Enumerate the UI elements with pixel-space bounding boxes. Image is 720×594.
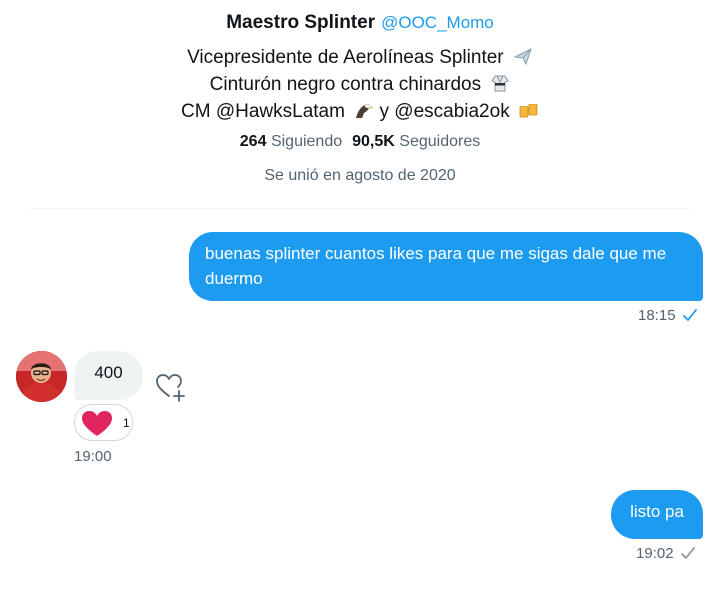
avatar-image	[16, 351, 67, 402]
bio-text[interactable]: CM @HawksLatam	[181, 101, 345, 122]
followers-label: Seguidores	[399, 133, 481, 150]
airplane-emoji	[513, 48, 532, 66]
add-reaction-button[interactable]	[155, 371, 187, 403]
followers-link[interactable]: 90,5K Seguidores	[352, 133, 480, 150]
bio-text: Cinturón negro contra chinardos	[209, 74, 482, 95]
outgoing-message-bubble[interactable]: buenas splinter cuantos likes para que m…	[189, 232, 703, 301]
following-label: Siguiendo	[270, 133, 343, 150]
followers-count: 90,5K	[352, 133, 395, 150]
following-count: 264	[239, 133, 267, 150]
following-link[interactable]: 264 Siguiendo	[240, 133, 342, 150]
joined-date: Se unió en agosto de 2020	[264, 167, 456, 184]
bio-line: Cinturón negro contra chinardos	[0, 71, 720, 98]
reaction-count: 1	[123, 416, 130, 430]
message-meta: 19:02	[636, 545, 696, 562]
read-check-icon	[682, 309, 697, 321]
bio-text: Vicepresidente de Aerolíneas Splinter	[187, 47, 504, 68]
beer-mugs-emoji	[519, 101, 538, 118]
message-time: 19:00	[74, 448, 112, 465]
eagle-emoji	[356, 104, 374, 118]
profile-name-row: Maestro Splinter @OOC_Momo	[0, 12, 720, 34]
message-time: 18:15	[638, 307, 676, 324]
avatar[interactable]	[16, 351, 67, 402]
bio-line: CM @HawksLatam y @escabia2ok	[0, 98, 720, 125]
outgoing-message-bubble[interactable]: listo pa	[611, 490, 703, 539]
display-name[interactable]: Maestro Splinter	[226, 12, 375, 33]
incoming-message-bubble[interactable]: 400	[74, 351, 143, 400]
martial-arts-uniform-emoji	[491, 75, 510, 92]
heart-plus-icon	[156, 374, 185, 402]
bio: Vicepresidente de Aerolíneas Splinter Ci…	[0, 44, 720, 125]
bio-text[interactable]: y @escabia2ok	[380, 101, 510, 122]
handle[interactable]: @OOC_Momo	[381, 13, 494, 32]
bio-line: Vicepresidente de Aerolíneas Splinter	[0, 44, 720, 71]
heart-icon	[82, 411, 112, 436]
divider	[30, 208, 690, 209]
follow-stats: 264 Siguiendo 90,5K Seguidores	[0, 133, 720, 151]
reaction-pill[interactable]: 1	[74, 404, 133, 441]
sent-check-icon	[680, 547, 695, 559]
message-time: 19:02	[636, 545, 674, 562]
message-meta: 18:15	[638, 307, 698, 324]
